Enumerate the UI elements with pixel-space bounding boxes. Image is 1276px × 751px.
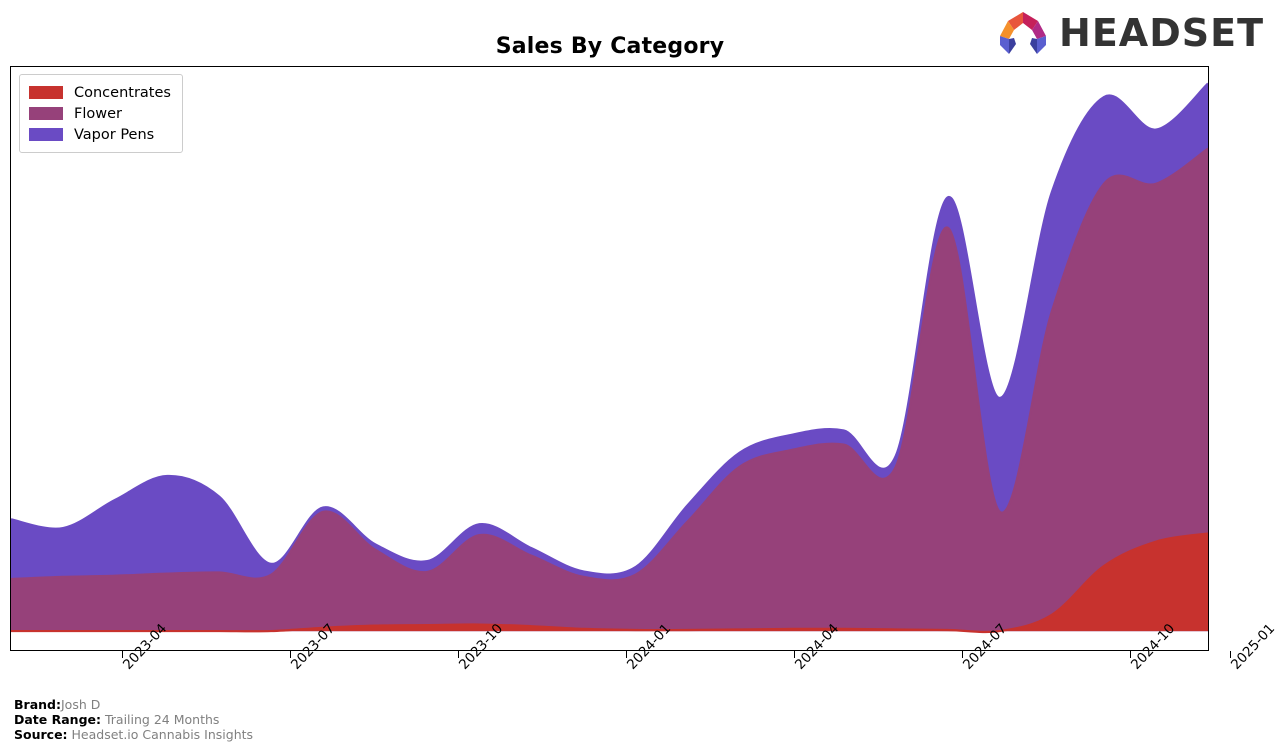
headset-wordmark: HEADSET (1059, 11, 1264, 55)
headset-arch-logo-icon (1000, 12, 1047, 54)
legend-item-flower[interactable]: Flower (29, 103, 171, 124)
footer-value-brand: Josh D (60, 697, 101, 712)
legend-label-concentrates: Concentrates (74, 84, 171, 101)
stacked-area-chart (11, 82, 1208, 634)
legend-label-vapor-pens: Vapor Pens (74, 126, 155, 143)
footer-key-source: Source: (14, 727, 68, 742)
legend-label-flower: Flower (74, 105, 122, 122)
legend-swatch-flower (29, 107, 63, 120)
footer-row-date-range: Date Range: Trailing 24 Months (14, 712, 253, 727)
chart-footer: Brand:Josh D Date Range: Trailing 24 Mon… (14, 697, 253, 742)
footer-key-brand: Brand: (14, 697, 61, 712)
legend-item-vapor-pens[interactable]: Vapor Pens (29, 124, 171, 145)
x-axis-tick-label: 2025-01 (1228, 620, 1276, 673)
chart-legend: Concentrates Flower Vapor Pens (19, 74, 183, 153)
chart-plot-area: Concentrates Flower Vapor Pens (10, 66, 1209, 651)
footer-row-source: Source: Headset.io Cannabis Insights (14, 727, 253, 742)
footer-row-brand: Brand:Josh D (14, 697, 253, 712)
footer-value-source: Headset.io Cannabis Insights (71, 727, 254, 742)
legend-item-concentrates[interactable]: Concentrates (29, 82, 171, 103)
footer-value-date-range: Trailing 24 Months (104, 712, 220, 727)
footer-key-date-range: Date Range: (14, 712, 101, 727)
legend-swatch-vapor-pens (29, 128, 63, 141)
legend-swatch-concentrates (29, 86, 63, 99)
headset-logo: HEADSET (995, 8, 1264, 58)
